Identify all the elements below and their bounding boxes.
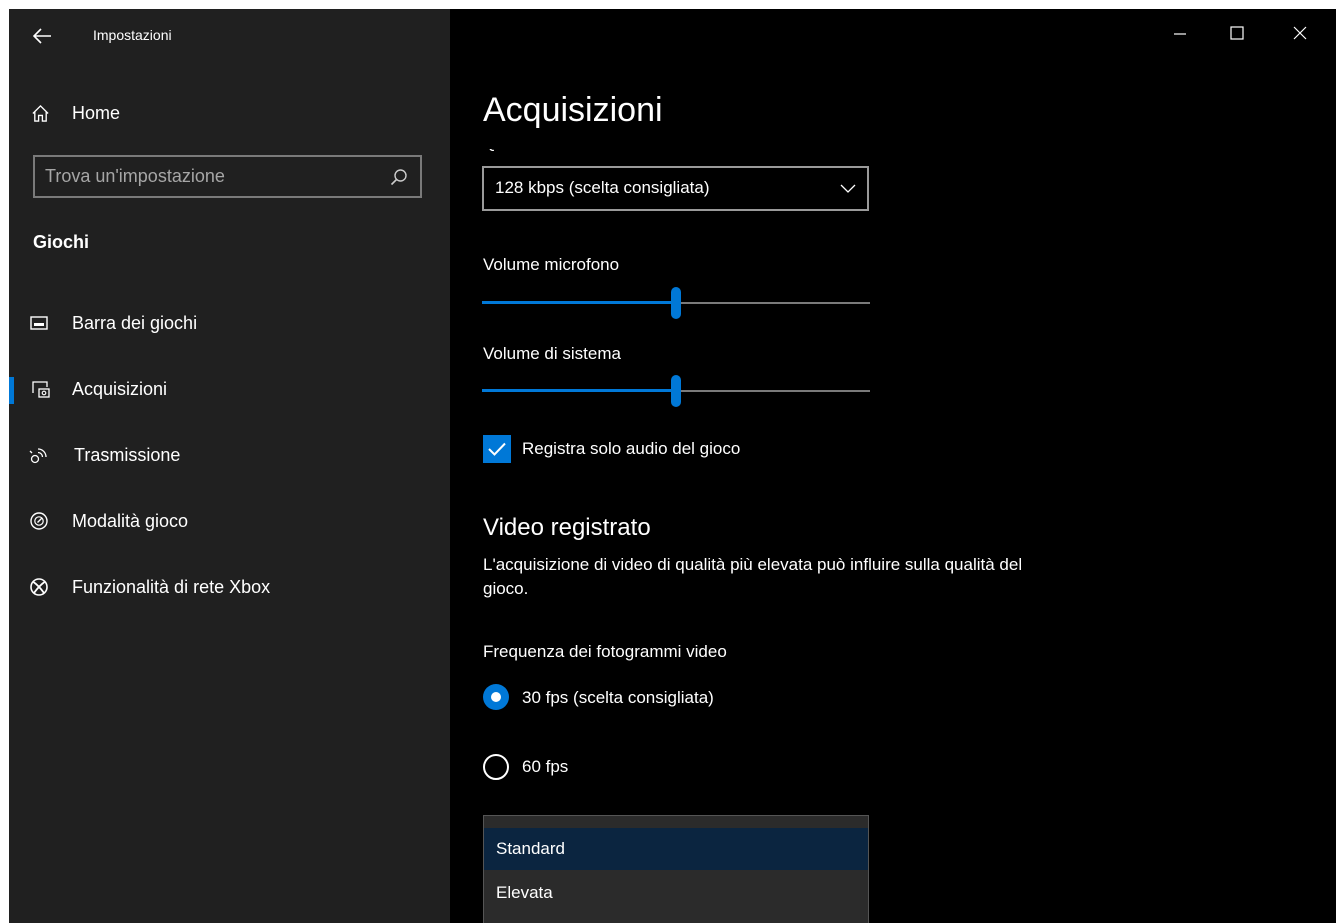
mic-volume-slider[interactable] — [482, 287, 870, 321]
minimize-button[interactable] — [1156, 9, 1204, 57]
app-title: Impostazioni — [93, 27, 172, 43]
sidebar-item-label: Funzionalità di rete Xbox — [72, 577, 271, 597]
radio-60fps-label: 60 fps — [522, 757, 569, 776]
sidebar-item-label: Barra dei giochi — [72, 313, 198, 333]
system-volume-slider[interactable] — [482, 375, 870, 409]
slider-fill — [482, 389, 676, 392]
chevron-down-icon — [840, 184, 856, 193]
sidebar-item-captures[interactable]: Acquisizioni — [9, 362, 450, 416]
slider-thumb[interactable] — [671, 375, 681, 407]
selection-indicator — [9, 377, 14, 404]
sidebar-item-broadcasting[interactable]: Trasmissione — [9, 428, 450, 482]
audio-quality-dropdown[interactable]: 128 kbps (scelta consigliata) — [482, 166, 869, 211]
record-game-audio-checkbox[interactable] — [483, 435, 511, 463]
video-quality-dropdown-list: Standard Elevata — [483, 815, 869, 923]
mic-volume-label: Volume microfono — [483, 255, 620, 274]
sidebar-item-game-bar[interactable]: Barra dei giochi — [9, 296, 450, 350]
sidebar-section-title: Giochi — [33, 232, 90, 252]
maximize-icon — [1230, 26, 1244, 40]
back-arrow-icon — [33, 28, 51, 44]
system-volume-label: Volume di sistema — [483, 344, 621, 363]
sidebar-item-label: Trasmissione — [74, 445, 181, 465]
close-button[interactable] — [1277, 9, 1325, 57]
sidebar-item-label: Modalità gioco — [72, 511, 189, 531]
game-mode-icon — [30, 512, 48, 530]
audio-quality-value: 128 kbps (scelta consigliata) — [495, 178, 710, 197]
video-section-title: Video registrato — [483, 514, 651, 541]
sidebar-item-label: Acquisizioni — [72, 379, 168, 399]
radio-30fps-label: 30 fps (scelta consigliata) — [522, 688, 714, 707]
dropdown-option-label: Elevata — [496, 883, 553, 902]
radio-dot — [491, 692, 501, 702]
radio-30fps[interactable] — [483, 684, 509, 710]
page-title: Acquisizioni — [483, 91, 663, 129]
checkmark-icon — [488, 442, 506, 456]
sidebar-item-home-label: Home — [72, 103, 121, 123]
back-button[interactable] — [23, 19, 59, 49]
minimize-icon — [1174, 33, 1186, 35]
sidebar-item-xbox-networking[interactable]: Funzionalità di rete Xbox — [9, 560, 450, 614]
close-icon — [1293, 26, 1307, 40]
dropdown-option-elevata[interactable]: Elevata — [484, 872, 868, 914]
video-description: L'acquisizione di video di qualità più e… — [483, 555, 1023, 598]
sidebar-item-game-mode[interactable]: Modalità gioco — [9, 494, 450, 548]
slider-fill — [482, 301, 676, 304]
settings-window: Impostazioni Home Giochi Barra dei gioch… — [9, 9, 1336, 923]
record-game-audio-label: Registra solo audio del gioco — [522, 439, 741, 458]
captures-icon — [32, 381, 50, 398]
sidebar-item-home[interactable]: Home — [9, 85, 450, 139]
xbox-icon — [30, 578, 48, 596]
game-bar-icon — [30, 316, 48, 330]
sidebar: Impostazioni Home Giochi Barra dei gioch… — [9, 9, 450, 923]
radio-60fps[interactable] — [483, 754, 509, 780]
frame-rate-label: Frequenza dei fotogrammi video — [483, 642, 727, 661]
home-icon — [32, 104, 49, 122]
broadcasting-icon — [29, 448, 47, 464]
dropdown-option-standard[interactable]: Standard — [484, 828, 868, 870]
search-box[interactable] — [33, 155, 422, 198]
dropdown-option-label: Standard — [496, 839, 565, 858]
search-icon[interactable] — [390, 168, 408, 186]
slider-thumb[interactable] — [671, 287, 681, 319]
search-input[interactable] — [35, 157, 375, 196]
maximize-button[interactable] — [1213, 9, 1261, 57]
